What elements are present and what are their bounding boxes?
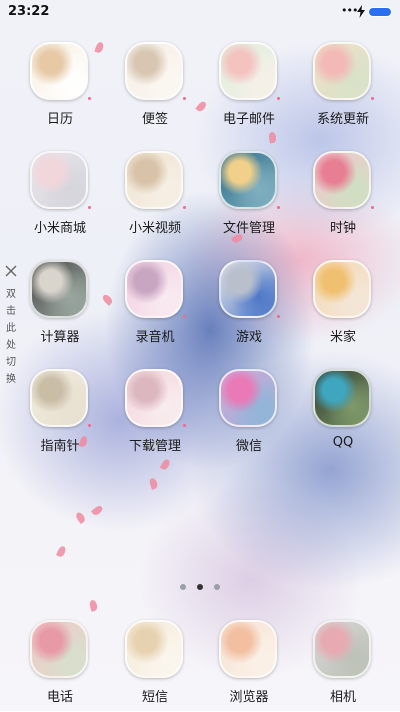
app-label: 便签 [141,112,168,127]
dock-item[interactable]: 浏览器 [206,620,292,712]
clock-flower-icon[interactable] [313,151,371,209]
dock-item[interactable]: 电话 [17,620,103,712]
calculator-photo-icon[interactable] [30,260,88,318]
dock-label: 电话 [46,690,73,705]
app-item[interactable]: 系统更新 [300,42,386,134]
app-label: 系统更新 [316,112,369,127]
notification-dot [88,424,91,427]
compass-handwriting-icon[interactable] [30,369,88,427]
app-item[interactable]: 指南针 [17,369,103,461]
app-label: 日历 [46,112,73,127]
app-item[interactable]: 录音机 [112,260,198,352]
status-bar: 23:22 ••• [0,0,400,24]
dock-label: 短信 [141,690,168,705]
app-item[interactable]: 米家 [300,260,386,352]
app-item[interactable]: 游戏 [206,260,292,352]
wechat-cosmos-icon[interactable] [219,369,277,427]
app-label: 录音机 [135,330,175,345]
app-label: 时钟 [329,221,356,236]
mi-video-heart-icon[interactable] [125,151,183,209]
email-flower-icon[interactable] [219,42,277,100]
charging-icon [357,5,365,18]
app-item[interactable]: QQ [300,369,386,461]
mijia-roses-icon[interactable] [313,260,371,318]
notification-dot [183,206,186,209]
dock-label: 相机 [329,690,356,705]
downloads-trees-icon[interactable] [125,369,183,427]
close-icon[interactable] [4,264,18,278]
app-item[interactable]: 时钟 [300,151,386,243]
side-hint-text: 双击此处切换 [6,289,16,385]
app-item[interactable]: 文件管理 [206,151,292,243]
notification-dot [183,424,186,427]
app-item[interactable]: 小米视频 [112,151,198,243]
app-label: 微信 [235,439,262,454]
app-item[interactable]: 小米商城 [17,151,103,243]
games-rings-icon[interactable] [219,260,277,318]
app-label: 电子邮件 [222,112,275,127]
file-manager-flower-icon[interactable] [219,151,277,209]
dock-item[interactable]: 短信 [112,620,198,712]
notification-dot [371,206,374,209]
notification-dot [88,206,91,209]
calendar-flowers-icon[interactable] [30,42,88,100]
page-dot-active[interactable] [197,584,203,590]
app-label: 小米视频 [128,221,181,236]
app-item[interactable]: 微信 [206,369,292,461]
recorder-eiffel-icon[interactable] [125,260,183,318]
notification-dot [277,97,280,100]
app-label: 计算器 [40,330,80,345]
camera-roses-icon[interactable] [313,620,371,678]
mi-store-petals-icon[interactable] [30,151,88,209]
messages-flowers-icon[interactable] [125,620,183,678]
app-item[interactable]: 日历 [17,42,103,134]
browser-roses-icon[interactable] [219,620,277,678]
notification-dot [371,97,374,100]
qq-forgetmenot-icon[interactable] [313,369,371,427]
notification-dot [277,315,280,318]
app-label: 米家 [329,330,356,345]
signal-icon: ••• [341,4,358,17]
dock-label: 浏览器 [229,690,269,705]
app-label: 文件管理 [222,221,275,236]
app-label: 下载管理 [128,439,181,454]
notification-dot [183,97,186,100]
notification-dot [88,97,91,100]
app-item[interactable]: 计算器 [17,260,103,352]
notification-dot [277,206,280,209]
battery-icon [368,7,392,17]
app-label: 游戏 [235,330,262,345]
notes-teacup-icon[interactable] [125,42,183,100]
page-dot[interactable] [180,584,186,590]
phone-flowers-icon[interactable] [30,620,88,678]
page-indicator[interactable] [178,583,223,591]
app-item[interactable]: 电子邮件 [206,42,292,134]
app-item[interactable]: 下载管理 [112,369,198,461]
system-update-flower-icon[interactable] [313,42,371,100]
status-time: 23:22 [8,4,50,19]
page-dot[interactable] [214,584,220,590]
app-label: QQ [332,435,354,450]
dock-item[interactable]: 相机 [300,620,386,712]
app-item[interactable]: 便签 [112,42,198,134]
app-label: 指南针 [40,439,80,454]
notification-dot [183,315,186,318]
app-label: 小米商城 [33,221,86,236]
